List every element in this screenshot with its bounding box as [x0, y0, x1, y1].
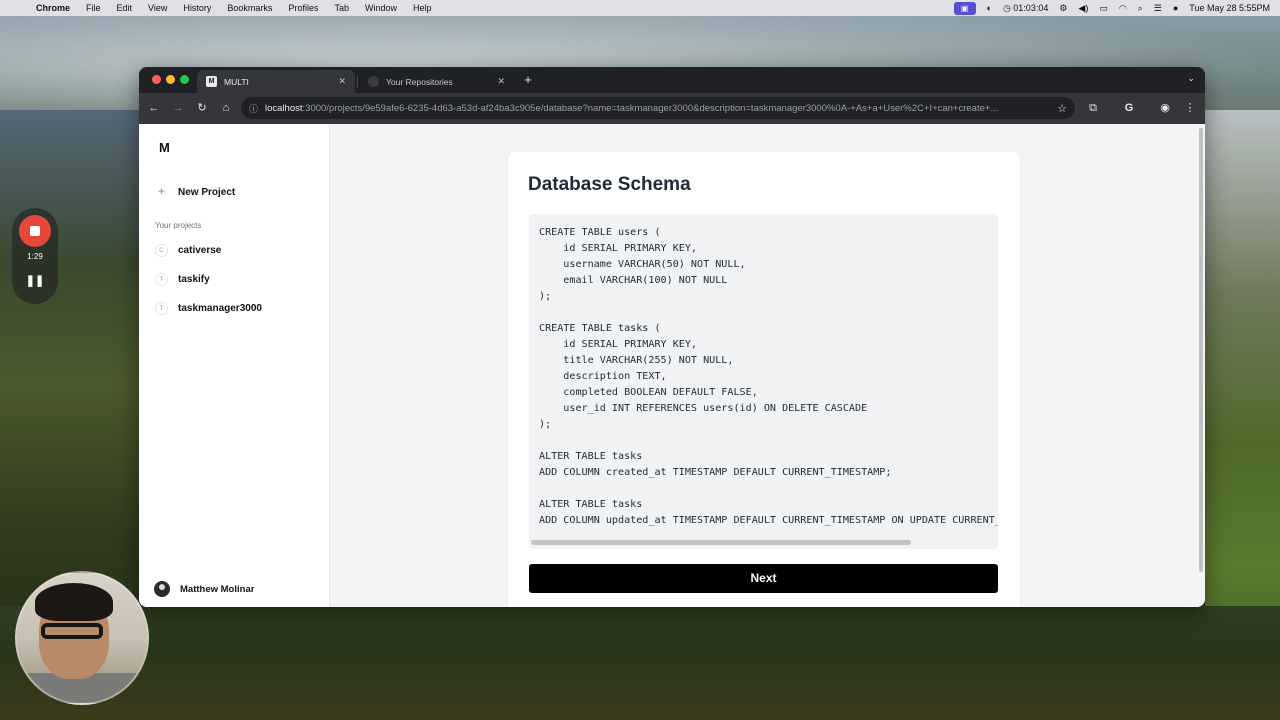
tab-strip: M MULTI ✕ Your Repositories ✕ + ⌄	[139, 67, 1205, 93]
page-vertical-scrollbar[interactable]	[1197, 124, 1205, 607]
bookmark-star-icon[interactable]: ☆	[1057, 102, 1067, 115]
url-host: localhost	[265, 102, 303, 114]
tab-multi[interactable]: M MULTI ✕	[197, 70, 355, 93]
more-menu-icon[interactable]: ⋮	[1182, 100, 1198, 116]
menu-bar-clock[interactable]: Tue May 28 5:55PM	[1189, 3, 1270, 13]
recording-elapsed-time: 1:29	[27, 252, 43, 261]
next-button[interactable]: Next	[529, 564, 998, 593]
timer-text: 01:03:04	[1013, 2, 1049, 13]
user-profile[interactable]: Matthew Molinar	[154, 581, 254, 597]
menu-edit[interactable]: Edit	[117, 3, 133, 13]
scrollbar-thumb[interactable]	[531, 540, 911, 545]
chevron-down-icon[interactable]: ⌄	[1187, 73, 1195, 84]
web-page: M + New Project Your projects C cativers…	[139, 124, 1205, 607]
webcam-glasses	[41, 623, 103, 639]
sidebar-item-taskify[interactable]: T taskify	[155, 273, 210, 286]
page-title: Database Schema	[528, 174, 691, 195]
url-path: :3000/projects/9e59afe6-6235-4d63-a53d-a…	[302, 102, 999, 114]
menu-profiles[interactable]: Profiles	[288, 3, 318, 13]
multi-favicon-icon: M	[206, 76, 217, 87]
back-arrow-icon[interactable]: ←	[146, 100, 162, 116]
project-initial-badge: C	[155, 244, 168, 257]
sidebar: M + New Project Your projects C cativers…	[139, 124, 330, 607]
webcam-overlay	[15, 571, 149, 705]
horizontal-scrollbar[interactable]	[531, 540, 996, 546]
browser-toolbar: ← → ↻ ⌂ ⓘ localhost :3000/projects/9e59a…	[139, 93, 1205, 124]
sql-code-block[interactable]: CREATE TABLE users ( id SERIAL PRIMARY K…	[529, 214, 998, 549]
webcam-hair	[35, 583, 113, 621]
menu-file[interactable]: File	[86, 3, 101, 13]
new-project-label: New Project	[178, 187, 236, 198]
app-status-icon[interactable]: ◐	[987, 3, 992, 13]
reload-icon[interactable]: ↻	[194, 100, 210, 116]
menu-app-name[interactable]: Chrome	[36, 3, 70, 13]
avatar	[154, 581, 170, 597]
tab-title: MULTI	[224, 76, 249, 87]
menu-history[interactable]: History	[183, 3, 211, 13]
screen-record-icon[interactable]: ▣	[953, 1, 976, 15]
github-favicon-icon	[368, 76, 379, 87]
project-name: cativerse	[178, 245, 222, 256]
zoom-window-button[interactable]	[180, 75, 189, 84]
tab-title: Your Repositories	[386, 76, 453, 87]
project-name: taskify	[178, 274, 210, 285]
scrollbar-thumb[interactable]	[1199, 128, 1203, 572]
menu-view[interactable]: View	[148, 3, 167, 13]
projects-section-label: Your projects	[155, 221, 202, 230]
timer-status[interactable]: ◷ 01:03:04	[1003, 3, 1048, 14]
extensions-icon[interactable]: ⧉	[1085, 100, 1101, 116]
menu-tab[interactable]: Tab	[334, 3, 349, 13]
new-project-button[interactable]: + New Project	[155, 186, 235, 199]
pause-icon[interactable]: ❚❚	[12, 274, 58, 287]
menu-window[interactable]: Window	[365, 3, 397, 13]
forward-arrow-icon[interactable]: →	[170, 100, 186, 116]
profile-icon[interactable]: ◉	[1157, 100, 1173, 116]
minimize-window-button[interactable]	[166, 75, 175, 84]
close-icon[interactable]: ✕	[497, 76, 505, 87]
address-bar[interactable]: ⓘ localhost :3000/projects/9e59afe6-6235…	[241, 97, 1075, 119]
tab-separator	[357, 76, 358, 88]
gear-icon[interactable]: ⚙	[1059, 3, 1067, 14]
desktop-wallpaper-ground	[0, 606, 1280, 720]
menu-bookmarks[interactable]: Bookmarks	[227, 3, 272, 13]
home-icon[interactable]: ⌂	[218, 100, 234, 116]
battery-icon[interactable]: ▭	[1099, 3, 1108, 14]
sidebar-item-cativerse[interactable]: C cativerse	[155, 244, 221, 257]
menu-help[interactable]: Help	[413, 3, 432, 13]
sidebar-item-taskmanager3000[interactable]: T taskmanager3000	[155, 302, 262, 315]
stop-recording-button[interactable]	[19, 215, 51, 247]
project-name: taskmanager3000	[178, 303, 262, 314]
user-name: Matthew Molinar	[180, 583, 255, 595]
site-info-icon[interactable]: ⓘ	[249, 102, 258, 115]
new-tab-button[interactable]: +	[520, 72, 536, 88]
sql-code: CREATE TABLE users ( id SERIAL PRIMARY K…	[539, 227, 998, 526]
control-center-icon[interactable]: ☰	[1154, 3, 1162, 14]
macos-menu-bar: Chrome File Edit View History Bookmarks …	[0, 0, 1280, 16]
siri-icon[interactable]: ●	[1173, 3, 1178, 13]
browser-window: M MULTI ✕ Your Repositories ✕ + ⌄ ← → ↻ …	[139, 67, 1205, 607]
plus-icon: +	[158, 186, 165, 198]
wifi-icon[interactable]: ◠	[1119, 3, 1127, 14]
menu-bar-status-area: ▣ ◐ ◷ 01:03:04 ⚙ ◀) ▭ ◠ ⌕ ☰ ● Tue May 28…	[953, 0, 1270, 16]
schema-card: Database Schema CREATE TABLE users ( id …	[508, 152, 1020, 607]
close-window-button[interactable]	[152, 75, 161, 84]
close-icon[interactable]: ✕	[338, 76, 346, 87]
project-initial-badge: T	[155, 273, 168, 286]
volume-icon[interactable]: ◀)	[1078, 3, 1088, 14]
google-extension-icon[interactable]: G	[1121, 100, 1137, 116]
recording-widget: 1:29 ❚❚	[12, 208, 58, 304]
multi-logo[interactable]: M	[159, 140, 170, 155]
tab-your-repositories[interactable]: Your Repositories ✕	[359, 70, 514, 93]
project-initial-badge: T	[155, 302, 168, 315]
search-icon[interactable]: ⌕	[1138, 3, 1143, 14]
